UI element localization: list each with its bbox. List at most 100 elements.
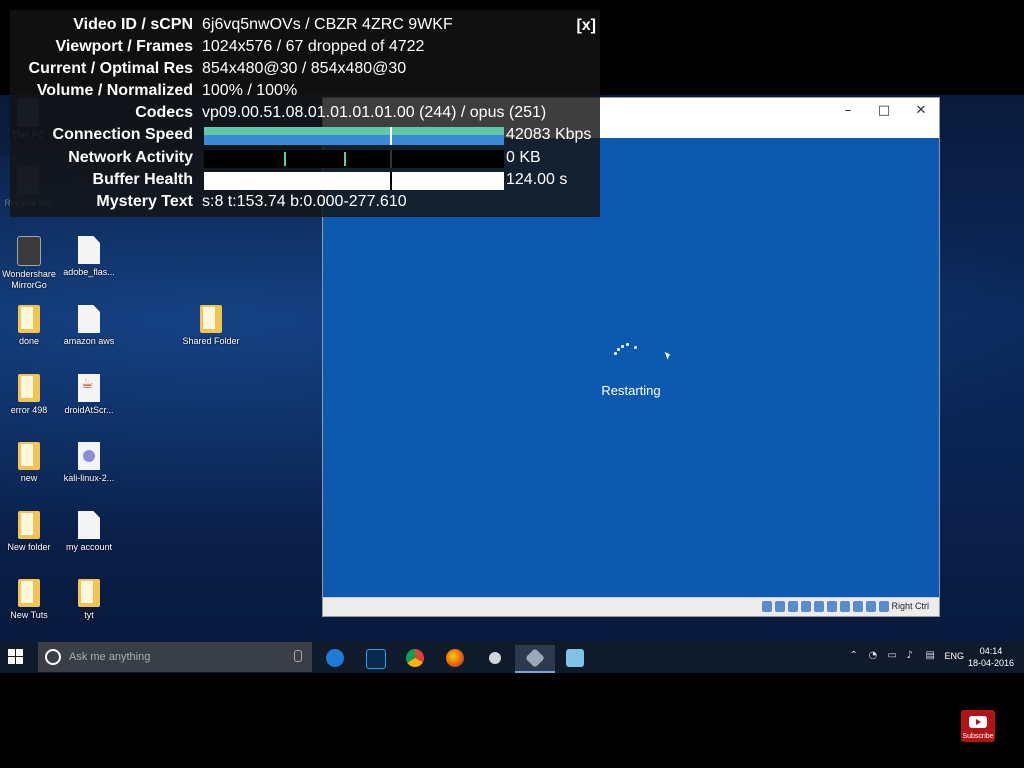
stats-key-codecs: Codecs bbox=[135, 104, 193, 121]
desktop-icon-tyt[interactable]: tyt bbox=[57, 579, 121, 621]
system-tray: ⌃ ◔ ▭ ♪ ▤ ENG bbox=[849, 651, 964, 662]
network-icon[interactable] bbox=[801, 601, 811, 612]
desktop-icon-adobe-flash[interactable]: adobe_flas... bbox=[57, 236, 121, 278]
iso-icon bbox=[78, 442, 100, 470]
folder-icon bbox=[78, 579, 100, 607]
desktop-icon-droidatscreen[interactable]: droidAtScr... bbox=[57, 374, 121, 416]
network-activity-graph bbox=[204, 150, 504, 168]
desktop-icon-kali-linux[interactable]: kali-linux-2... bbox=[57, 442, 121, 484]
notification-icon[interactable]: ▤ bbox=[925, 651, 935, 661]
stats-key-resolution: Current / Optimal Res bbox=[28, 60, 193, 77]
file-icon bbox=[78, 305, 100, 333]
recording-icon[interactable] bbox=[853, 601, 863, 612]
taskbar-app-notes[interactable] bbox=[555, 645, 595, 671]
stats-key-viewport: Viewport / Frames bbox=[55, 38, 193, 55]
maximize-icon[interactable]: □ bbox=[876, 104, 892, 118]
clock[interactable]: 04:14 18-04-2016 bbox=[968, 645, 1014, 669]
restarting-label: Restarting bbox=[601, 383, 661, 398]
taskbar: Ask me anything ⌃ ◔ ▭ ♪ ▤ ENG 04:14 18-0… bbox=[0, 641, 1024, 673]
cortana-icon bbox=[45, 649, 61, 665]
battery-icon[interactable]: ▭ bbox=[887, 651, 897, 661]
taskbar-app-virtualbox[interactable] bbox=[515, 645, 555, 673]
audio-icon[interactable] bbox=[788, 601, 798, 612]
firefox-icon bbox=[446, 649, 464, 667]
folder-icon bbox=[18, 579, 40, 607]
desktop-icon-done[interactable]: done bbox=[0, 305, 61, 347]
language-indicator[interactable]: ENG bbox=[944, 651, 964, 661]
subscribe-label: Subscribe bbox=[962, 733, 994, 740]
chevron-up-icon[interactable]: ⌃ bbox=[849, 651, 859, 661]
desktop-icon-error-498[interactable]: error 498 bbox=[0, 374, 61, 416]
stats-key-video-id: Video ID / sCPN bbox=[73, 16, 193, 33]
stats-value-video-id: 6j6vq5nwOVs / CBZR 4ZRC 9WKF bbox=[202, 16, 453, 33]
host-key-label: Right Ctrl bbox=[891, 601, 929, 611]
desktop-icon-new-tuts[interactable]: New Tuts bbox=[0, 579, 61, 621]
stats-value-volume: 100% / 100% bbox=[202, 82, 298, 99]
stats-for-nerds-panel: [x] Video ID / sCPN 6j6vq5nwOVs / CBZR 4… bbox=[10, 10, 600, 217]
desktop-icon-new[interactable]: new bbox=[0, 442, 61, 484]
notes-icon bbox=[566, 649, 584, 667]
buffer-health-graph bbox=[204, 172, 504, 190]
stats-value-codecs: vp09.00.51.08.01.01.01.01.00 (244) / opu… bbox=[202, 104, 547, 121]
stats-value-buffer-health: 124.00 s bbox=[506, 171, 568, 188]
connection-speed-graph bbox=[204, 127, 504, 145]
usb-icon[interactable] bbox=[814, 601, 824, 612]
desktop-icon-shared-folder[interactable]: Shared Folder bbox=[179, 305, 243, 347]
edge-icon bbox=[326, 649, 344, 667]
stats-close-button[interactable]: [x] bbox=[576, 17, 596, 35]
folder-icon bbox=[18, 305, 40, 333]
search-placeholder: Ask me anything bbox=[69, 651, 151, 663]
mouse-integration-icon[interactable] bbox=[879, 601, 889, 612]
photoshop-icon bbox=[366, 649, 386, 669]
taskbar-app-firefox[interactable] bbox=[435, 645, 475, 671]
stats-value-mystery-text: s:8 t:153.74 b:0.000-277.610 bbox=[202, 193, 407, 210]
taskbar-app-chrome[interactable] bbox=[395, 645, 435, 671]
close-icon[interactable]: ✕ bbox=[913, 104, 929, 118]
taskbar-app-obs[interactable] bbox=[475, 645, 515, 671]
stats-key-connection-speed: Connection Speed bbox=[52, 126, 193, 143]
file-icon bbox=[78, 236, 100, 264]
optical-icon[interactable] bbox=[775, 601, 785, 612]
loading-spinner-icon bbox=[614, 338, 654, 358]
folder-icon bbox=[18, 374, 40, 402]
desktop-icon-my-account[interactable]: my account bbox=[57, 511, 121, 553]
stats-value-connection-speed: 42083 Kbps bbox=[506, 126, 592, 143]
subscribe-watermark[interactable]: Subscribe bbox=[961, 710, 995, 742]
hdd-icon[interactable] bbox=[762, 601, 772, 612]
stats-key-buffer-health: Buffer Health bbox=[92, 171, 193, 188]
shared-folder-icon[interactable] bbox=[827, 601, 837, 612]
folder-icon bbox=[18, 442, 40, 470]
youtube-play-icon bbox=[969, 716, 987, 728]
search-box[interactable]: Ask me anything bbox=[38, 642, 312, 672]
java-icon bbox=[78, 374, 100, 402]
stats-key-volume: Volume / Normalized bbox=[36, 82, 193, 99]
display-icon[interactable] bbox=[840, 601, 850, 612]
minimize-icon[interactable]: – bbox=[840, 104, 856, 118]
stats-value-network-activity: 0 KB bbox=[506, 149, 541, 166]
taskbar-app-photoshop[interactable] bbox=[355, 645, 395, 671]
wifi-icon[interactable]: ◔ bbox=[868, 651, 878, 661]
vm-status-icons bbox=[762, 601, 889, 612]
app-icon bbox=[17, 236, 41, 266]
clock-time: 04:14 bbox=[979, 646, 1003, 656]
stats-key-network-activity: Network Activity bbox=[68, 149, 193, 166]
file-icon bbox=[78, 511, 100, 539]
folder-icon bbox=[18, 511, 40, 539]
taskbar-app-edge[interactable] bbox=[315, 645, 355, 671]
start-button[interactable] bbox=[8, 649, 24, 665]
mouse-cursor-icon bbox=[664, 350, 672, 360]
folder-icon bbox=[200, 305, 222, 333]
desktop-icon-mirrorgo[interactable]: Wondershare MirrorGo bbox=[0, 236, 61, 291]
obs-icon bbox=[489, 652, 501, 664]
volume-icon[interactable]: ♪ bbox=[906, 651, 916, 661]
stats-key-mystery-text: Mystery Text bbox=[96, 193, 193, 210]
virtualbox-icon bbox=[525, 648, 545, 668]
microphone-icon[interactable] bbox=[294, 650, 302, 662]
cpu-icon[interactable] bbox=[866, 601, 876, 612]
vm-statusbar: Right Ctrl bbox=[323, 597, 939, 616]
clock-date: 18-04-2016 bbox=[967, 658, 1014, 668]
chrome-icon bbox=[406, 649, 424, 667]
windows-logo-icon bbox=[8, 649, 15, 656]
desktop-icon-new-folder[interactable]: New folder bbox=[0, 511, 61, 553]
desktop-icon-amazon-aws[interactable]: amazon aws bbox=[57, 305, 121, 347]
